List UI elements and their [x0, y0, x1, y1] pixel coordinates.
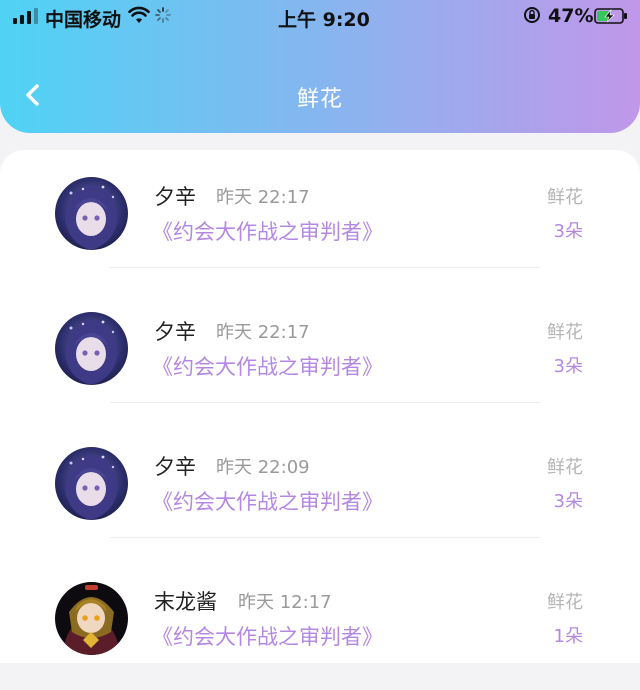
gift-count: 3朵 — [553, 221, 583, 242]
row-divider — [110, 537, 540, 538]
book-title-link[interactable]: 《约会大作战之审判者》 — [152, 621, 383, 651]
rotation-lock-icon — [524, 7, 540, 23]
user-name: 夕辛 — [154, 320, 196, 344]
record-time: 昨天 22:09 — [216, 457, 310, 478]
gift-count: 1朵 — [553, 626, 583, 647]
gift-count: 3朵 — [553, 491, 583, 512]
user-name: 夕辛 — [154, 185, 196, 209]
gift-type: 鲜花 — [547, 187, 583, 208]
list-item[interactable]: 夕辛 昨天 22:17 《约会大作战之审判者》 鲜花 3朵 — [0, 150, 640, 285]
row-divider — [110, 267, 540, 268]
flower-record-list: 夕辛 昨天 22:17 《约会大作战之审判者》 鲜花 3朵 夕辛 昨天 22:1… — [0, 150, 640, 663]
battery-percent: 47% — [548, 5, 594, 27]
user-avatar[interactable] — [55, 447, 128, 520]
gift-count: 3朵 — [553, 356, 583, 377]
clock-label: 上午 9:20 — [278, 9, 370, 31]
gift-type: 鲜花 — [547, 457, 583, 478]
user-avatar[interactable] — [55, 177, 128, 250]
list-item[interactable]: 夕辛 昨天 22:17 《约会大作战之审判者》 鲜花 3朵 — [0, 285, 640, 420]
user-avatar[interactable] — [55, 582, 128, 655]
wifi-icon — [128, 6, 150, 23]
record-time: 昨天 22:17 — [216, 187, 310, 208]
list-item[interactable]: 夕辛 昨天 22:09 《约会大作战之审判者》 鲜花 3朵 — [0, 420, 640, 555]
book-title-link[interactable]: 《约会大作战之审判者》 — [152, 486, 383, 516]
signal-icon — [13, 8, 38, 24]
list-item[interactable]: 末龙酱 昨天 12:17 《约会大作战之审判者》 鲜花 1朵 — [0, 555, 640, 690]
user-name: 夕辛 — [154, 455, 196, 479]
book-title-link[interactable]: 《约会大作战之审判者》 — [152, 351, 383, 381]
row-divider — [110, 402, 540, 403]
record-time: 昨天 12:17 — [238, 592, 332, 613]
user-name: 末龙酱 — [154, 590, 217, 614]
record-time: 昨天 22:17 — [216, 322, 310, 343]
status-bar: 中国移动 上午 9:20 47% — [0, 0, 640, 34]
user-avatar[interactable] — [55, 312, 128, 385]
header-bar: 中国移动 上午 9:20 47% 鲜花 — [0, 0, 640, 133]
carrier-label: 中国移动 — [45, 9, 122, 31]
battery-icon — [594, 8, 627, 24]
gift-type: 鲜花 — [547, 322, 583, 343]
loading-spinner-icon — [155, 7, 171, 23]
book-title-link[interactable]: 《约会大作战之审判者》 — [152, 216, 383, 246]
page-title: 鲜花 — [296, 87, 343, 112]
gift-type: 鲜花 — [547, 592, 583, 613]
